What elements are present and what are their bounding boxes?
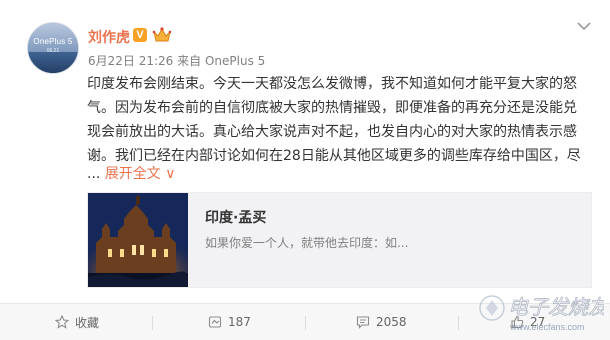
- action-separator: [152, 316, 153, 330]
- post-text-line: 现会前放出的大话。真心给大家说声对不起，也发自内心的对大家的热情表示感: [87, 124, 577, 140]
- post-text-line: 印度发布会刚结束。今天一天都没怎么发微博，我不知道如何才能平复大家的怒: [87, 76, 577, 92]
- post-text-line: 气。因为发布会前的自信彻底被大家的热情摧毁，即便准备的再充分还是没能兑: [87, 100, 577, 116]
- expand-row: ... 展开全文 ∨: [87, 164, 176, 184]
- action-separator: [305, 316, 306, 330]
- action-separator: [458, 316, 459, 330]
- verified-v-icon[interactable]: V: [133, 28, 147, 42]
- avatar-date-text: 06.21: [46, 48, 60, 54]
- avatar-brand-text: OnePlus 5: [33, 37, 73, 46]
- link-card[interactable]: 印度·孟买 如果你爱一个人，就带他去印度：如...: [87, 192, 592, 288]
- link-card-description: 如果你爱一个人，就带他去印度：如...: [205, 236, 409, 250]
- post-text: 印度发布会刚结束。今天一天都没怎么发微博，我不知道如何才能平复大家的怒 气。因为…: [87, 72, 592, 168]
- post-time[interactable]: 6月22日 21:26: [88, 54, 173, 68]
- expand-label: 展开全文: [104, 166, 161, 182]
- ellipsis: ...: [87, 166, 101, 182]
- crown-icon[interactable]: [152, 27, 172, 43]
- avatar-sea: [28, 52, 78, 73]
- comment-icon: [356, 316, 370, 329]
- favorite-button[interactable]: 收藏: [55, 304, 99, 340]
- watermark-logo: 电子发烧友 www.elecfans.com: [479, 295, 604, 332]
- chevron-down-icon[interactable]: [577, 21, 591, 31]
- comment-count: 2058: [376, 315, 407, 329]
- star-icon: [55, 315, 69, 329]
- forward-count: 187: [228, 315, 251, 329]
- expand-arrow-icon: ∨: [165, 166, 176, 182]
- via-prefix: 来自: [177, 54, 202, 68]
- link-card-thumbnail: [88, 193, 188, 287]
- watermark-url: www.elecfans.com: [509, 322, 585, 332]
- forward-button[interactable]: 187: [208, 304, 251, 340]
- weibo-post-card: OnePlus 5 06.21 刘作虎 V 6月22日 21:26 来自 One…: [0, 0, 610, 340]
- favorite-label: 收藏: [75, 315, 100, 330]
- link-card-title[interactable]: 印度·孟买: [205, 207, 266, 227]
- comment-button[interactable]: 2058: [356, 304, 407, 340]
- author-name[interactable]: 刘作虎: [88, 27, 130, 47]
- post-meta: 6月22日 21:26 来自 OnePlus 5: [88, 52, 265, 69]
- post-device[interactable]: OnePlus 5: [205, 54, 265, 68]
- expand-full-text-link[interactable]: 展开全文 ∨: [105, 166, 176, 182]
- palace-silhouette-image: [88, 193, 188, 287]
- forward-icon: [208, 316, 222, 328]
- watermark-brand: 电子发烧友: [508, 295, 604, 319]
- avatar[interactable]: OnePlus 5 06.21: [27, 22, 79, 74]
